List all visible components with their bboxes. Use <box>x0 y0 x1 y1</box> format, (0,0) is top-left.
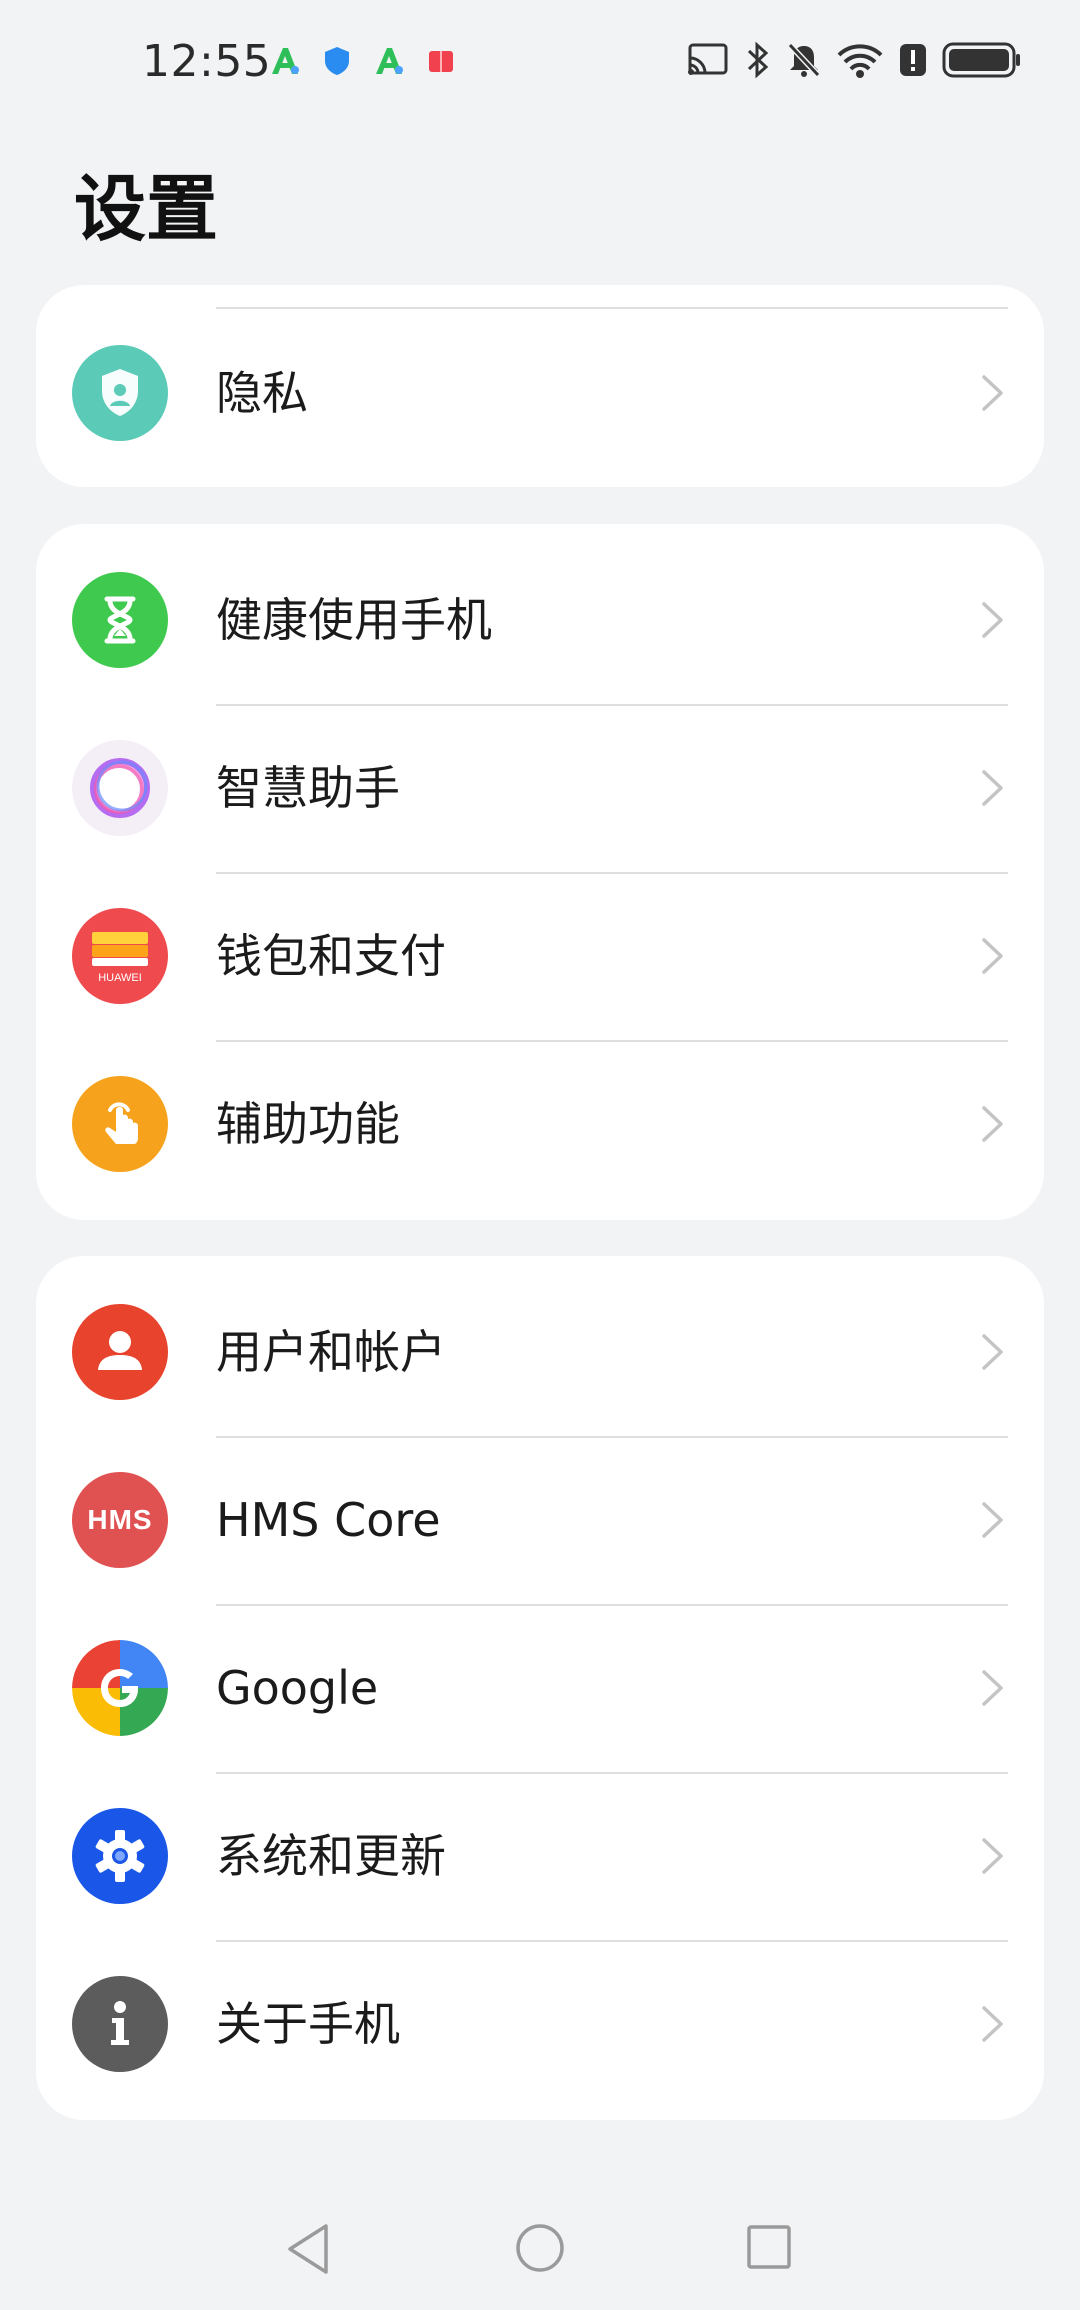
chevron-right-icon <box>980 1668 1006 1708</box>
gear-icon <box>72 1808 168 1904</box>
chevron-right-icon <box>980 1836 1006 1876</box>
settings-item-label: 辅助功能 <box>216 1097 400 1151</box>
alert-icon <box>898 41 928 83</box>
chevron-right-icon <box>980 1500 1006 1540</box>
user-icon <box>72 1304 168 1400</box>
battery-icon <box>942 40 1022 84</box>
home-icon[interactable] <box>514 2222 566 2274</box>
book-icon <box>424 44 458 78</box>
mute-icon <box>786 41 822 83</box>
bluetooth-icon <box>744 41 772 83</box>
settings-item-label: 用户和帐户 <box>216 1325 446 1379</box>
chevron-right-icon <box>980 600 1006 640</box>
recents-icon[interactable] <box>746 2224 792 2270</box>
settings-item-label: 关于手机 <box>216 1997 400 2051</box>
wallet-icon-text: HUAWEI <box>98 972 142 984</box>
settings-item-accessibility[interactable]: 辅助功能 <box>36 1040 1044 1208</box>
settings-item-label: 钱包和支付 <box>216 929 446 983</box>
hand-tap-icon <box>72 1076 168 1172</box>
chevron-right-icon <box>980 768 1006 808</box>
app-a-icon <box>268 44 302 78</box>
settings-item-users-accounts[interactable]: 用户和帐户 <box>36 1268 1044 1436</box>
page-title: 设置 <box>74 167 219 251</box>
settings-screen: 12:55 设置 隐私 健康使用手机 智慧助手 HUAWEI 钱包和支付 辅助功… <box>0 0 1080 2310</box>
wallet-icon: HUAWEI <box>72 908 168 1004</box>
chevron-right-icon <box>980 936 1006 976</box>
settings-item-hms-core[interactable]: HMS HMS Core <box>36 1436 1044 1604</box>
hourglass-icon <box>72 572 168 668</box>
status-bar: 12:55 <box>0 0 1080 130</box>
info-icon <box>72 1976 168 2072</box>
settings-card-privacy: 隐私 <box>36 285 1044 487</box>
settings-item-about-phone[interactable]: 关于手机 <box>36 1940 1044 2108</box>
privacy-shield-icon <box>72 345 168 441</box>
settings-item-google[interactable]: Google <box>36 1604 1044 1772</box>
status-time: 12:55 <box>142 36 272 87</box>
settings-item-system-update[interactable]: 系统和更新 <box>36 1772 1044 1940</box>
settings-item-label: 系统和更新 <box>216 1829 446 1883</box>
chevron-right-icon <box>980 1332 1006 1372</box>
settings-item-privacy[interactable]: 隐私 <box>36 309 1044 477</box>
notification-icons <box>268 44 458 78</box>
navigation-bar <box>0 2200 1080 2310</box>
settings-item-label: Google <box>216 1661 379 1715</box>
assistant-orb-icon <box>72 740 168 836</box>
settings-item-assistant[interactable]: 智慧助手 <box>36 704 1044 872</box>
settings-item-label: 智慧助手 <box>216 761 400 815</box>
settings-card-group-3: 用户和帐户 HMS HMS Core Google 系统和更新 关于手机 <box>36 1256 1044 2120</box>
hms-icon-text: HMS <box>87 1504 153 1535</box>
google-icon <box>72 1640 168 1736</box>
settings-item-label: 健康使用手机 <box>216 593 492 647</box>
shield-icon <box>320 44 354 78</box>
hms-icon: HMS <box>72 1472 168 1568</box>
settings-item-label: 隐私 <box>216 366 308 420</box>
settings-item-digital-balance[interactable]: 健康使用手机 <box>36 536 1044 704</box>
back-icon[interactable] <box>284 2222 334 2276</box>
chevron-right-icon <box>980 2004 1006 2044</box>
settings-item-label: HMS Core <box>216 1493 441 1547</box>
app-a-icon <box>372 44 406 78</box>
settings-item-wallet[interactable]: HUAWEI 钱包和支付 <box>36 872 1044 1040</box>
chevron-right-icon <box>980 1104 1006 1144</box>
system-icons <box>686 40 1022 84</box>
cast-icon <box>686 42 730 82</box>
chevron-right-icon <box>980 373 1006 413</box>
settings-card-group-2: 健康使用手机 智慧助手 HUAWEI 钱包和支付 辅助功能 <box>36 524 1044 1220</box>
wifi-icon <box>836 41 884 83</box>
